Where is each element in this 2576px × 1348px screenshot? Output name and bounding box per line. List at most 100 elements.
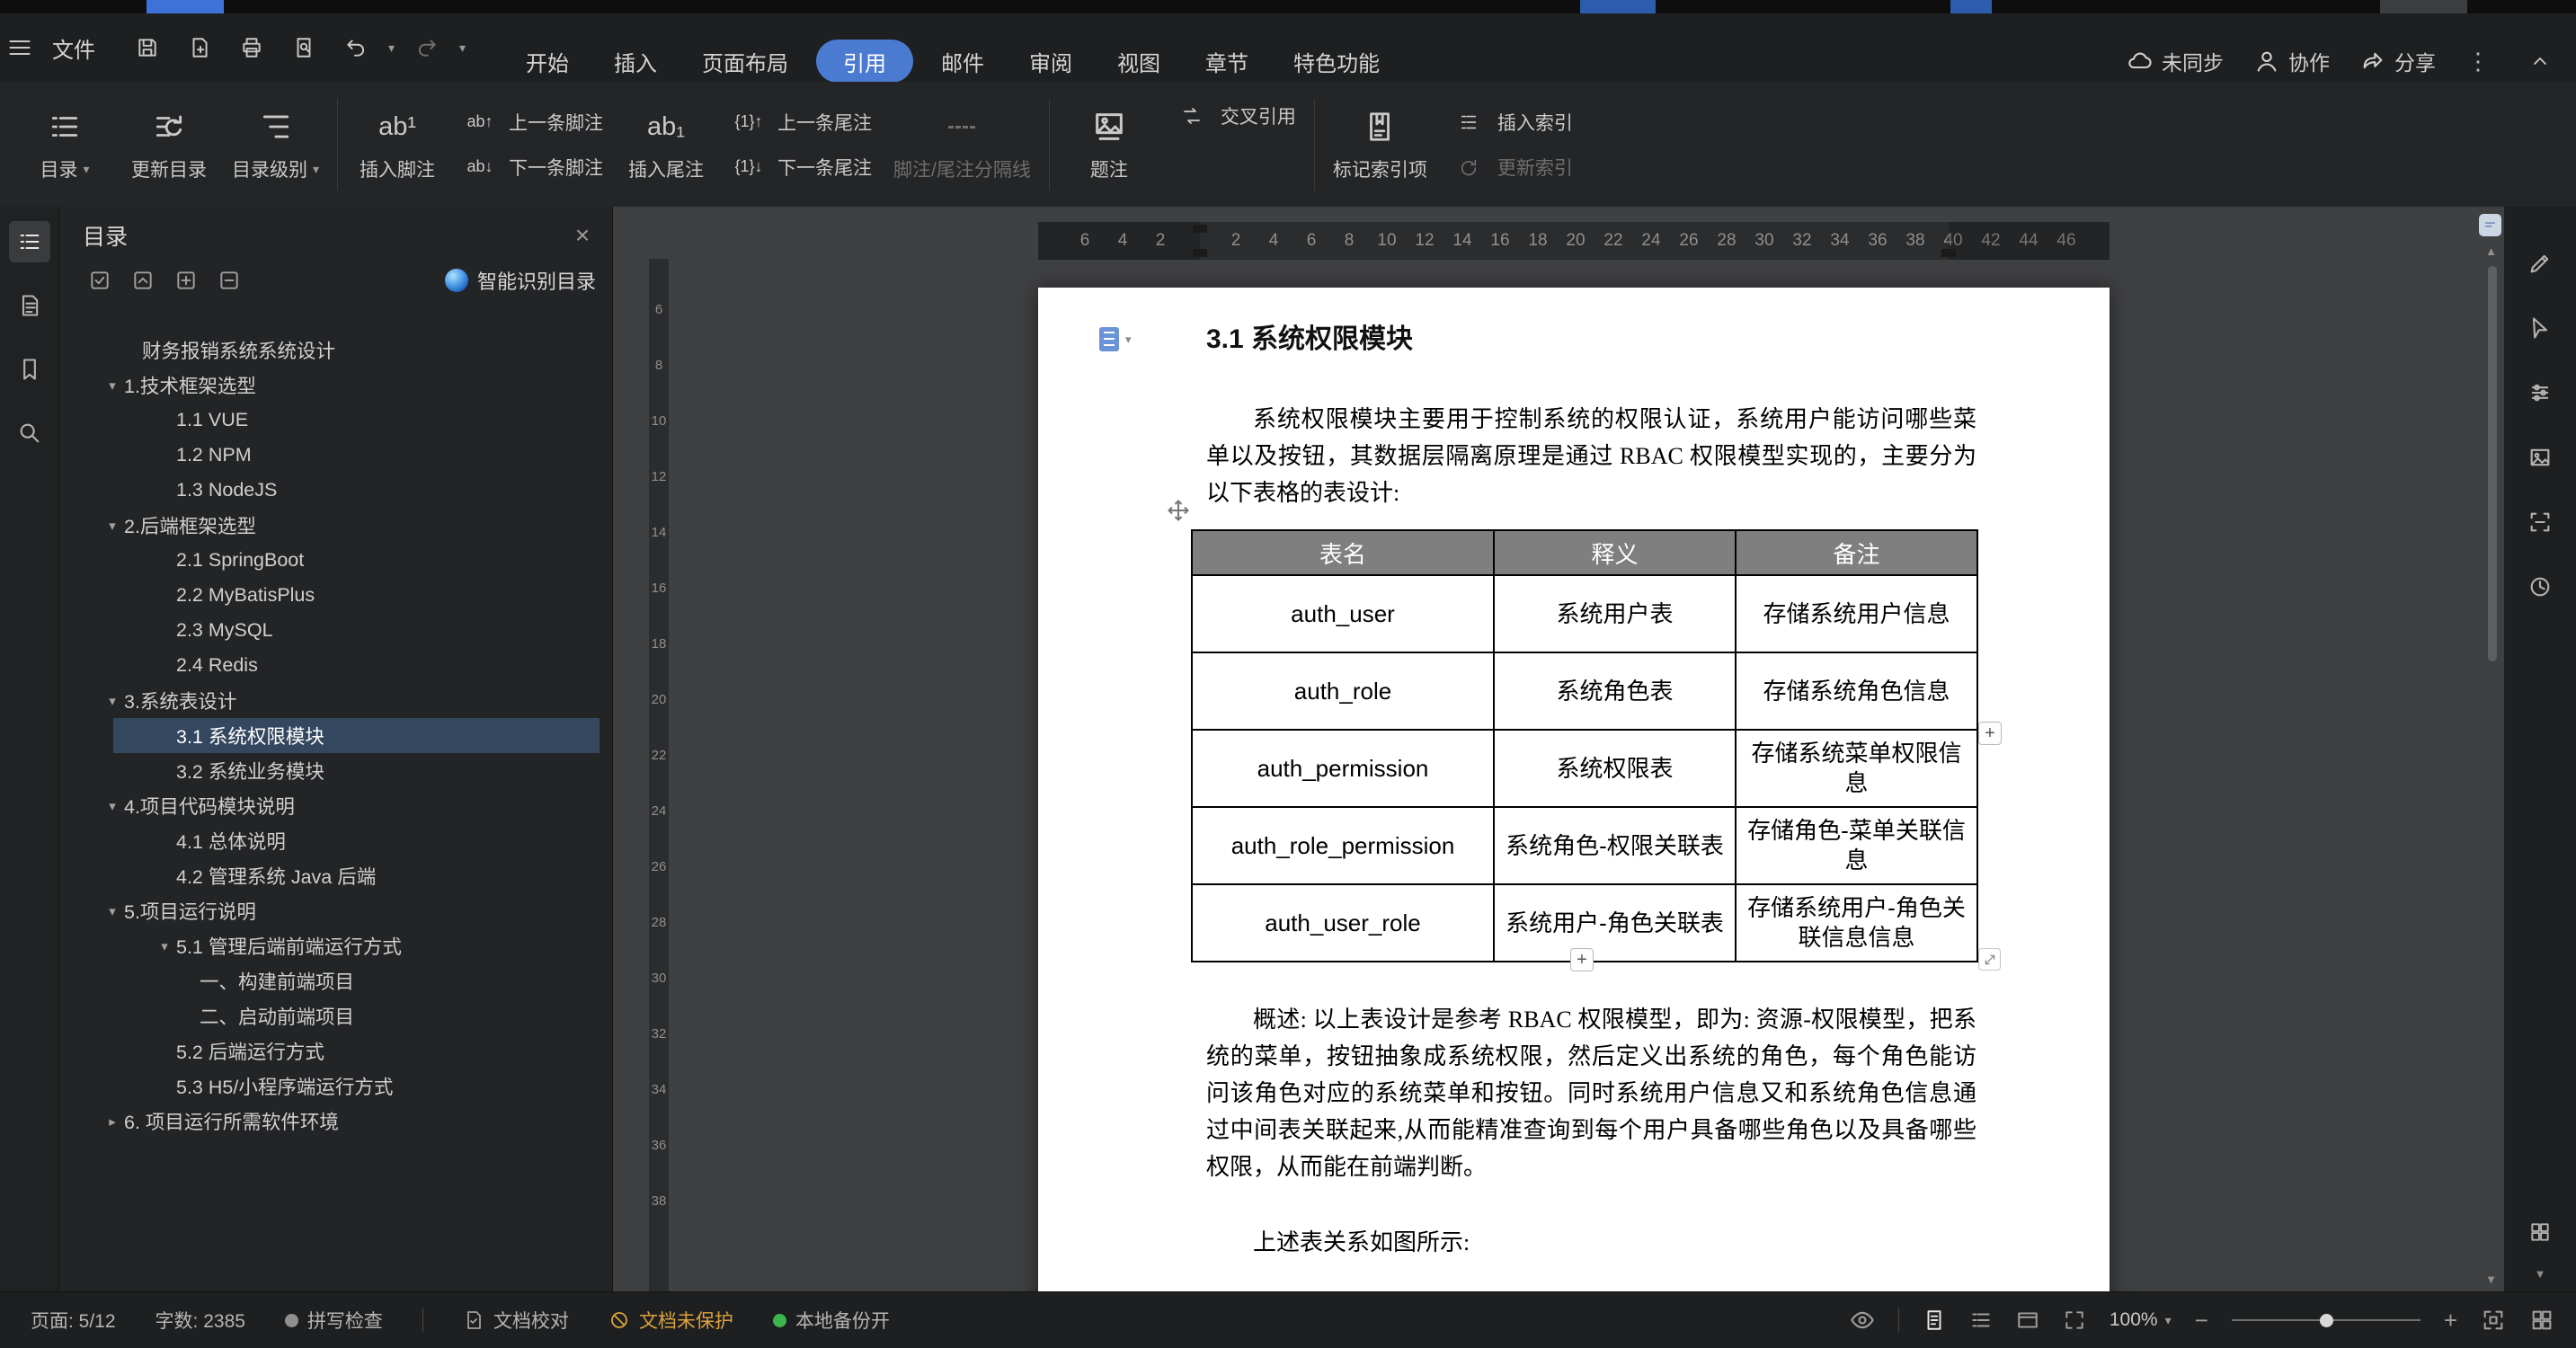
mark-index-button[interactable]: 标记索引项 xyxy=(1322,92,1438,198)
chevron-icon[interactable]: ▾ xyxy=(101,518,124,534)
permission-table[interactable]: 表名 释义 备注 auth_user 系统用户表 存储系统用户信息 xyxy=(1191,529,1978,962)
sync-status-button[interactable]: 未同步 xyxy=(2127,46,2224,76)
undo-icon[interactable] xyxy=(336,28,376,67)
chevron-icon[interactable]: ▾ xyxy=(101,377,124,394)
page-view-icon[interactable] xyxy=(1923,1308,1946,1332)
pen-edit-icon[interactable] xyxy=(2519,243,2561,284)
zoom-slider[interactable] xyxy=(2232,1311,2421,1329)
toc-item[interactable]: 1.2 NPM xyxy=(59,438,612,473)
outline-panel-icon[interactable] xyxy=(9,285,50,326)
toc-item[interactable]: 2.3 MySQL xyxy=(59,613,612,648)
spellcheck-status[interactable]: 拼写检查 xyxy=(285,1307,383,1334)
chevron-icon[interactable]: ▾ xyxy=(153,938,176,954)
toc-item[interactable]: 2.1 SpringBoot xyxy=(59,543,612,578)
toc-item[interactable]: 2.2 MyBatisPlus xyxy=(59,578,612,613)
table-cell-note[interactable]: 存储系统用户信息 xyxy=(1736,575,1977,652)
ruler-toggle-icon[interactable] xyxy=(2479,214,2501,236)
toc-item[interactable]: 财务报销系统系统设计 xyxy=(59,333,612,368)
chevron-icon[interactable]: ▾ xyxy=(101,693,124,709)
image-panel-icon[interactable] xyxy=(2519,437,2561,478)
expand-item-icon[interactable] xyxy=(173,267,200,294)
bookmark-panel-icon[interactable] xyxy=(9,349,50,390)
select-cursor-icon[interactable] xyxy=(2519,307,2561,349)
update-toc-button[interactable]: 更新目录 xyxy=(117,92,221,198)
add-column-button[interactable]: + xyxy=(1978,722,2002,745)
window-tab[interactable] xyxy=(1950,0,1992,13)
fullscreen-icon[interactable] xyxy=(2481,1308,2506,1333)
toc-item[interactable]: 3.1 系统权限模块 xyxy=(59,718,612,753)
first-line-indent-marker[interactable] xyxy=(1193,225,1207,233)
select-all-checkbox-icon[interactable] xyxy=(86,267,113,294)
vertical-scrollbar[interactable] xyxy=(2488,266,2497,661)
smart-recognize-toc-button[interactable]: 智能识别目录 xyxy=(445,266,596,295)
more-options-icon[interactable]: ⋮ xyxy=(2466,48,2490,75)
caption-button[interactable]: 题注 xyxy=(1057,92,1161,198)
add-row-button[interactable]: + xyxy=(1570,948,1594,971)
apps-grid-icon[interactable] xyxy=(2519,1211,2561,1253)
chevron-icon[interactable]: ▾ xyxy=(101,903,124,919)
collapse-ribbon-icon[interactable] xyxy=(2520,41,2560,81)
next-footnote-button[interactable]: ab↓ 下一条脚注 xyxy=(460,152,603,182)
prev-endnote-button[interactable]: {1}↑ 上一条尾注 xyxy=(729,107,872,137)
table-cell-name[interactable]: auth_user_role xyxy=(1192,884,1494,962)
toc-item[interactable]: 4.2 管理系统 Java 后端 xyxy=(59,858,612,893)
window-tab[interactable] xyxy=(1580,0,1656,13)
toc-item[interactable]: 5.3 H5/小程序端运行方式 xyxy=(59,1069,612,1104)
toc-panel-toggle-icon[interactable] xyxy=(9,221,50,262)
search-panel-icon[interactable] xyxy=(9,412,50,454)
toc-item[interactable]: ▾ 5.项目运行说明 xyxy=(59,893,612,928)
left-indent-marker[interactable] xyxy=(1193,249,1207,257)
table-cell-name[interactable]: auth_permission xyxy=(1192,730,1494,807)
window-tab[interactable] xyxy=(2380,0,2467,13)
backup-status[interactable]: 本地备份开 xyxy=(773,1307,890,1334)
proofread-status[interactable]: 文档校对 xyxy=(463,1307,569,1334)
table-cell-name[interactable]: auth_user xyxy=(1192,575,1494,652)
zoom-in-icon[interactable]: + xyxy=(2444,1307,2457,1335)
save-icon[interactable] xyxy=(128,28,167,67)
properties-sliders-icon[interactable] xyxy=(2519,372,2561,413)
right-indent-marker[interactable] xyxy=(1941,249,1956,257)
toc-item[interactable]: 3.2 系统业务模块 xyxy=(59,753,612,788)
document-page[interactable]: ▾ 3.1 系统权限模块 系统权限模块主要用于控制系统的权限认证，系统用户能访问… xyxy=(1038,288,2110,1291)
toc-item[interactable]: 5.2 后端运行方式 xyxy=(59,1033,612,1069)
chevron-icon[interactable]: ▸ xyxy=(101,1113,124,1130)
table-header-cell[interactable]: 释义 xyxy=(1494,530,1736,575)
pages-grid-icon[interactable] xyxy=(2529,1308,2554,1333)
toc-item[interactable]: ▸ 6. 项目运行所需软件环境 xyxy=(59,1104,612,1139)
table-cell-name[interactable]: auth_role xyxy=(1192,652,1494,730)
collapse-item-icon[interactable] xyxy=(216,267,243,294)
toc-item[interactable]: 一、构建前端项目 xyxy=(59,963,612,998)
heading-anchor[interactable]: ▾ xyxy=(1099,327,1132,351)
table-cell-note[interactable]: 存储系统用户-角色关联信息信息 xyxy=(1736,884,1977,962)
insert-endnote-button[interactable]: ab₁ 插入尾注 xyxy=(614,92,718,198)
toc-item[interactable]: 1.1 VUE xyxy=(59,403,612,438)
toc-item[interactable]: ▾ 5.1 管理后端前端运行方式 xyxy=(59,928,612,963)
table-cell-name[interactable]: auth_role_permission xyxy=(1192,807,1494,884)
print-icon[interactable] xyxy=(232,28,271,67)
table-cell-note[interactable]: 存储系统角色信息 xyxy=(1736,652,1977,730)
scroll-down-icon[interactable]: ▼ xyxy=(2535,1267,2546,1281)
ribbon-tab[interactable]: 引用 xyxy=(816,40,913,83)
toc-item[interactable]: 1.3 NodeJS xyxy=(59,473,612,508)
toc-item[interactable]: 2.4 Redis xyxy=(59,648,612,683)
word-count[interactable]: 字数: 2385 xyxy=(155,1307,245,1334)
hamburger-menu-icon[interactable] xyxy=(0,28,40,67)
file-menu[interactable]: 文件 xyxy=(52,32,95,64)
redo-icon[interactable] xyxy=(407,28,447,67)
reading-eye-icon[interactable] xyxy=(1850,1308,1875,1333)
page-indicator[interactable]: 页面: 5/12 xyxy=(31,1307,116,1334)
table-cell-meaning[interactable]: 系统角色表 xyxy=(1494,652,1736,730)
zoom-out-icon[interactable]: − xyxy=(2195,1307,2208,1335)
insert-footnote-button[interactable]: ab¹ 插入脚注 xyxy=(345,92,449,198)
print-preview-icon[interactable] xyxy=(284,28,324,67)
toc-button[interactable]: 目录▾ xyxy=(13,92,117,198)
close-icon[interactable]: × xyxy=(567,220,598,251)
toc-item[interactable]: 二、启动前端项目 xyxy=(59,998,612,1033)
redo-dropdown-icon[interactable]: ▾ xyxy=(459,40,466,56)
table-header-cell[interactable]: 表名 xyxy=(1192,530,1494,575)
table-cell-meaning[interactable]: 系统用户-角色关联表 xyxy=(1494,884,1736,962)
prev-footnote-button[interactable]: ab↑ 上一条脚注 xyxy=(460,107,603,137)
share-button[interactable]: 分享 xyxy=(2360,46,2436,76)
table-cell-note[interactable]: 存储系统菜单权限信息 xyxy=(1736,730,1977,807)
next-endnote-button[interactable]: {1}↓ 下一条尾注 xyxy=(729,152,872,182)
